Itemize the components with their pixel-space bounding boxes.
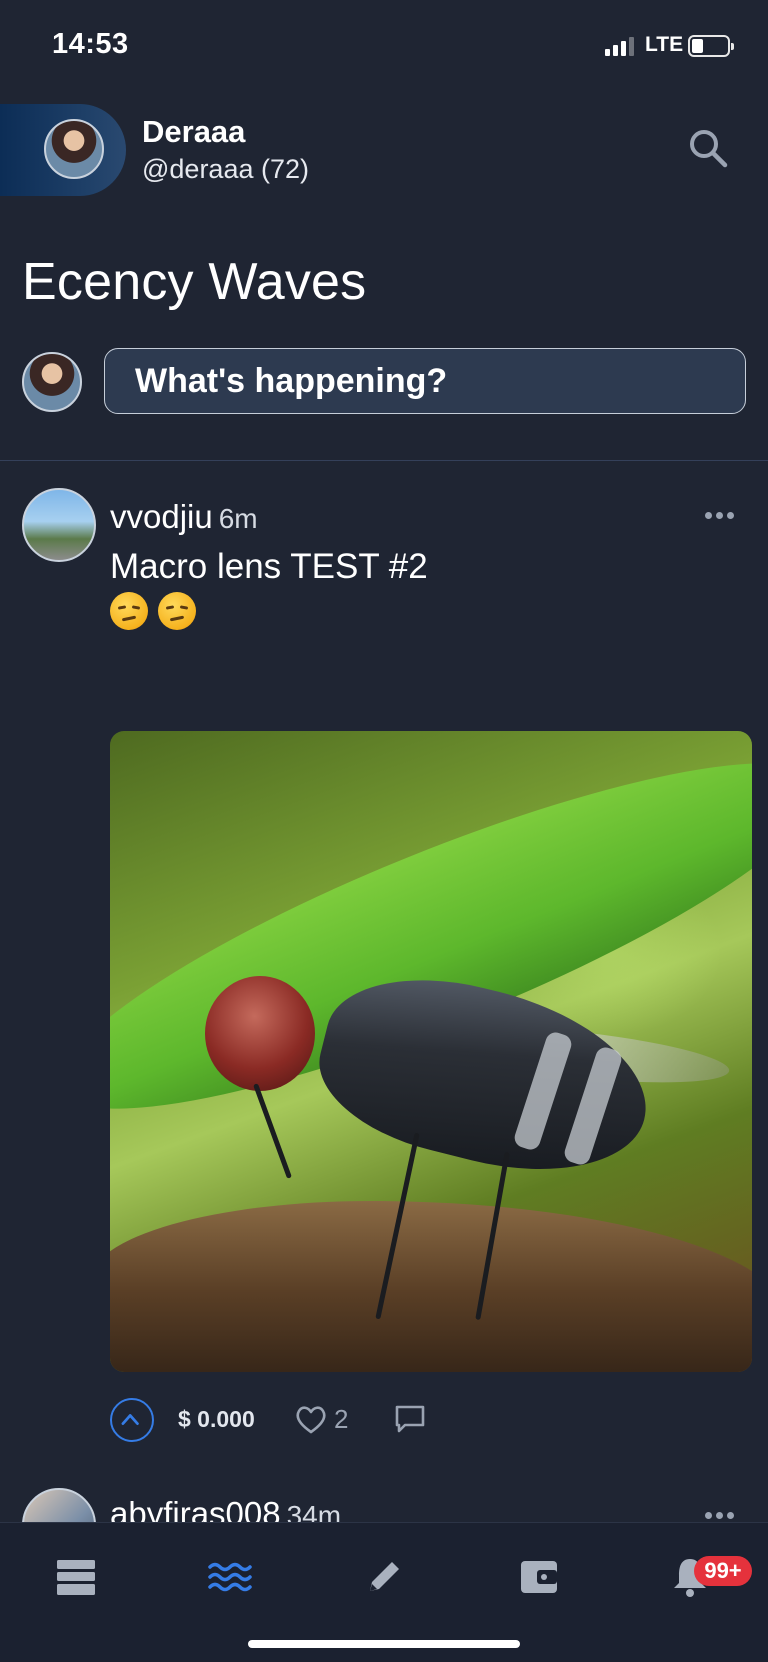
notification-badge: 99+: [694, 1556, 752, 1586]
signal-icon: [605, 36, 635, 56]
status-bar: 14:53 LTE: [0, 0, 768, 92]
user-handle: @deraaa (72): [142, 154, 309, 184]
waves-icon[interactable]: [208, 1555, 252, 1599]
home-indicator: [248, 1640, 520, 1648]
status-time: 14:53: [52, 28, 129, 60]
post-image[interactable]: [110, 731, 752, 1372]
battery-icon: [688, 35, 734, 57]
more-icon[interactable]: [705, 1512, 735, 1520]
post-author-name[interactable]: vvodjiu: [110, 498, 213, 535]
more-icon[interactable]: [705, 512, 735, 520]
post-author-avatar[interactable]: [22, 488, 96, 562]
woozy-face-icon: [158, 592, 196, 630]
upvote-icon[interactable]: [110, 1398, 154, 1442]
user-name: Deraaa: [142, 114, 246, 149]
network-label: LTE: [645, 33, 684, 56]
wallet-icon[interactable]: [517, 1555, 561, 1599]
comment-icon[interactable]: [393, 1403, 427, 1437]
payout-value: $ 0.000: [178, 1406, 255, 1432]
likes-count: 2: [334, 1404, 349, 1434]
feed-icon[interactable]: [54, 1555, 98, 1599]
avatar[interactable]: [44, 119, 104, 179]
divider: [0, 460, 768, 461]
page-title: Ecency Waves: [22, 253, 367, 311]
composer-avatar: [22, 352, 82, 412]
woozy-face-icon: [110, 592, 148, 630]
search-icon[interactable]: [686, 126, 730, 170]
compose-icon[interactable]: [362, 1555, 406, 1599]
post-time: 6m: [218, 503, 258, 534]
app-header: Deraaa @deraaa (72): [0, 92, 768, 208]
post-author[interactable]: vvodjiu 6m: [110, 498, 258, 536]
post-body-text: Macro lens TEST #2: [110, 547, 428, 586]
compose-input[interactable]: What's happening?: [104, 348, 746, 414]
heart-icon[interactable]: [294, 1404, 328, 1436]
